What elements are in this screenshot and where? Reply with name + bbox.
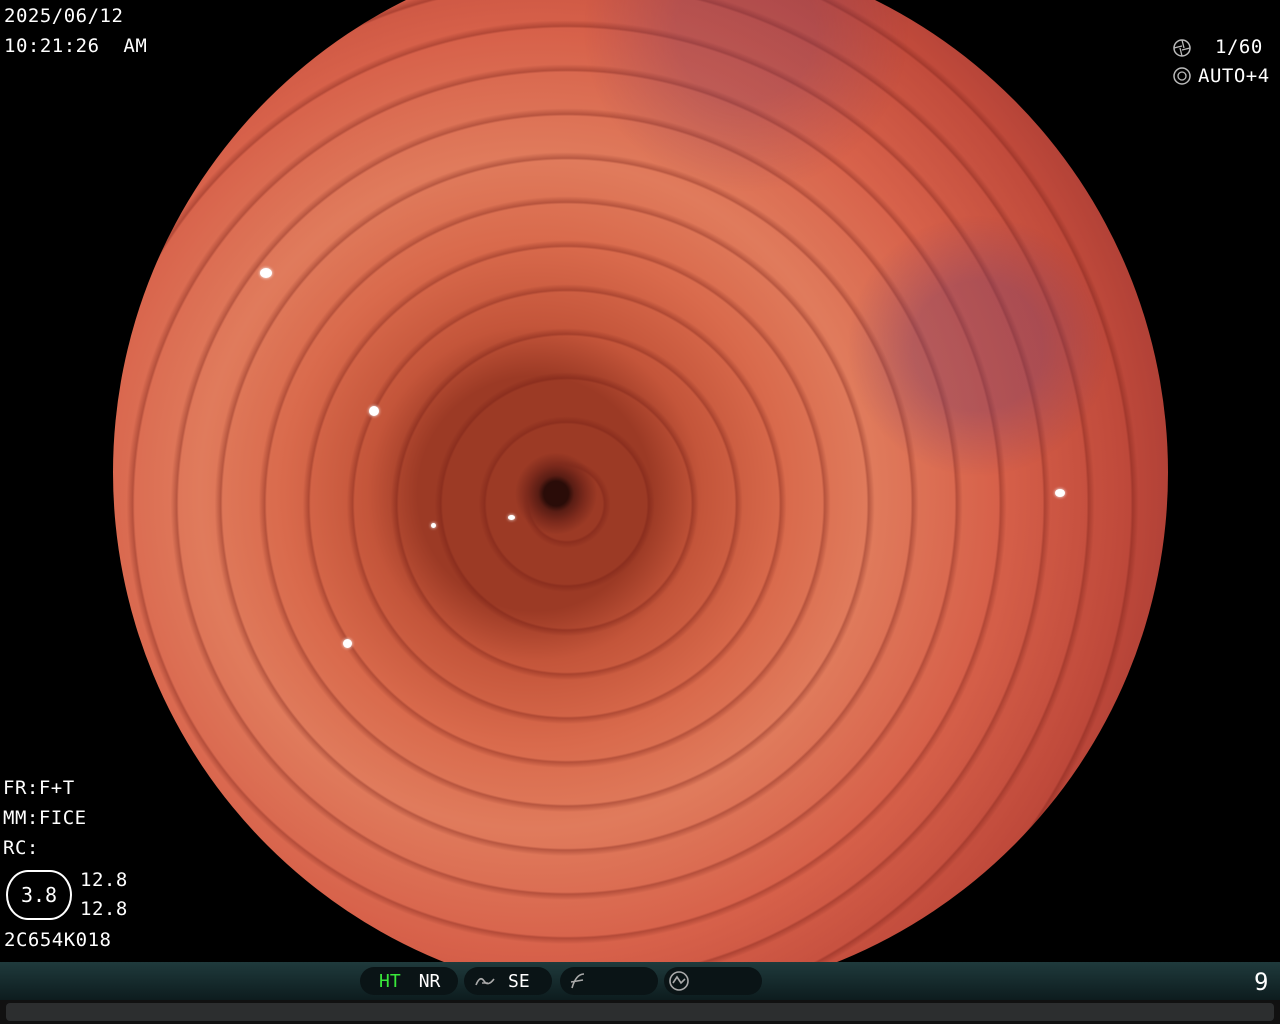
freeze-indicator — [664, 967, 762, 995]
light-reflection — [1055, 489, 1065, 497]
endoscope-image — [113, 0, 1168, 1000]
shutter-readout: 1/60 — [1215, 36, 1263, 58]
date-readout: 2025/06/12 — [4, 5, 124, 27]
iris-readout: AUTO+4 — [1198, 65, 1270, 87]
se-indicator: SE — [464, 967, 552, 995]
light-reflection — [260, 268, 272, 278]
page-number: 9 — [1254, 968, 1269, 996]
bottom-strip — [0, 1000, 1280, 1024]
zoom-badge-value: 3.8 — [20, 883, 58, 907]
zoom-badge: 3.8 — [6, 870, 72, 920]
color-tone-icon — [570, 973, 585, 989]
ht-nr-indicator: HT NR — [360, 967, 458, 995]
color-tone-indicator — [560, 967, 658, 995]
light-reflection — [431, 523, 436, 528]
freeze-icon — [669, 971, 689, 991]
rc-readout: RC: — [3, 837, 39, 859]
iris-icon — [1173, 67, 1191, 85]
light-reflection — [343, 639, 352, 648]
mode-readout: MM:FICE — [3, 807, 87, 829]
ht-label: HT — [379, 970, 401, 992]
nr-label: NR — [418, 970, 441, 992]
structure-enhance-icon — [475, 977, 495, 986]
se-label: SE — [508, 970, 530, 992]
light-reflection — [369, 406, 379, 416]
serial-readout: 2C654K018 — [4, 929, 112, 951]
scale-top-readout: 12.8 — [80, 869, 128, 891]
time-readout: 10:21:26 AM — [4, 35, 148, 57]
light-reflection — [508, 515, 515, 520]
aperture-icon — [1173, 39, 1191, 57]
frame-readout: FR:F+T — [3, 777, 75, 799]
scale-bottom-readout: 12.8 — [80, 898, 128, 920]
